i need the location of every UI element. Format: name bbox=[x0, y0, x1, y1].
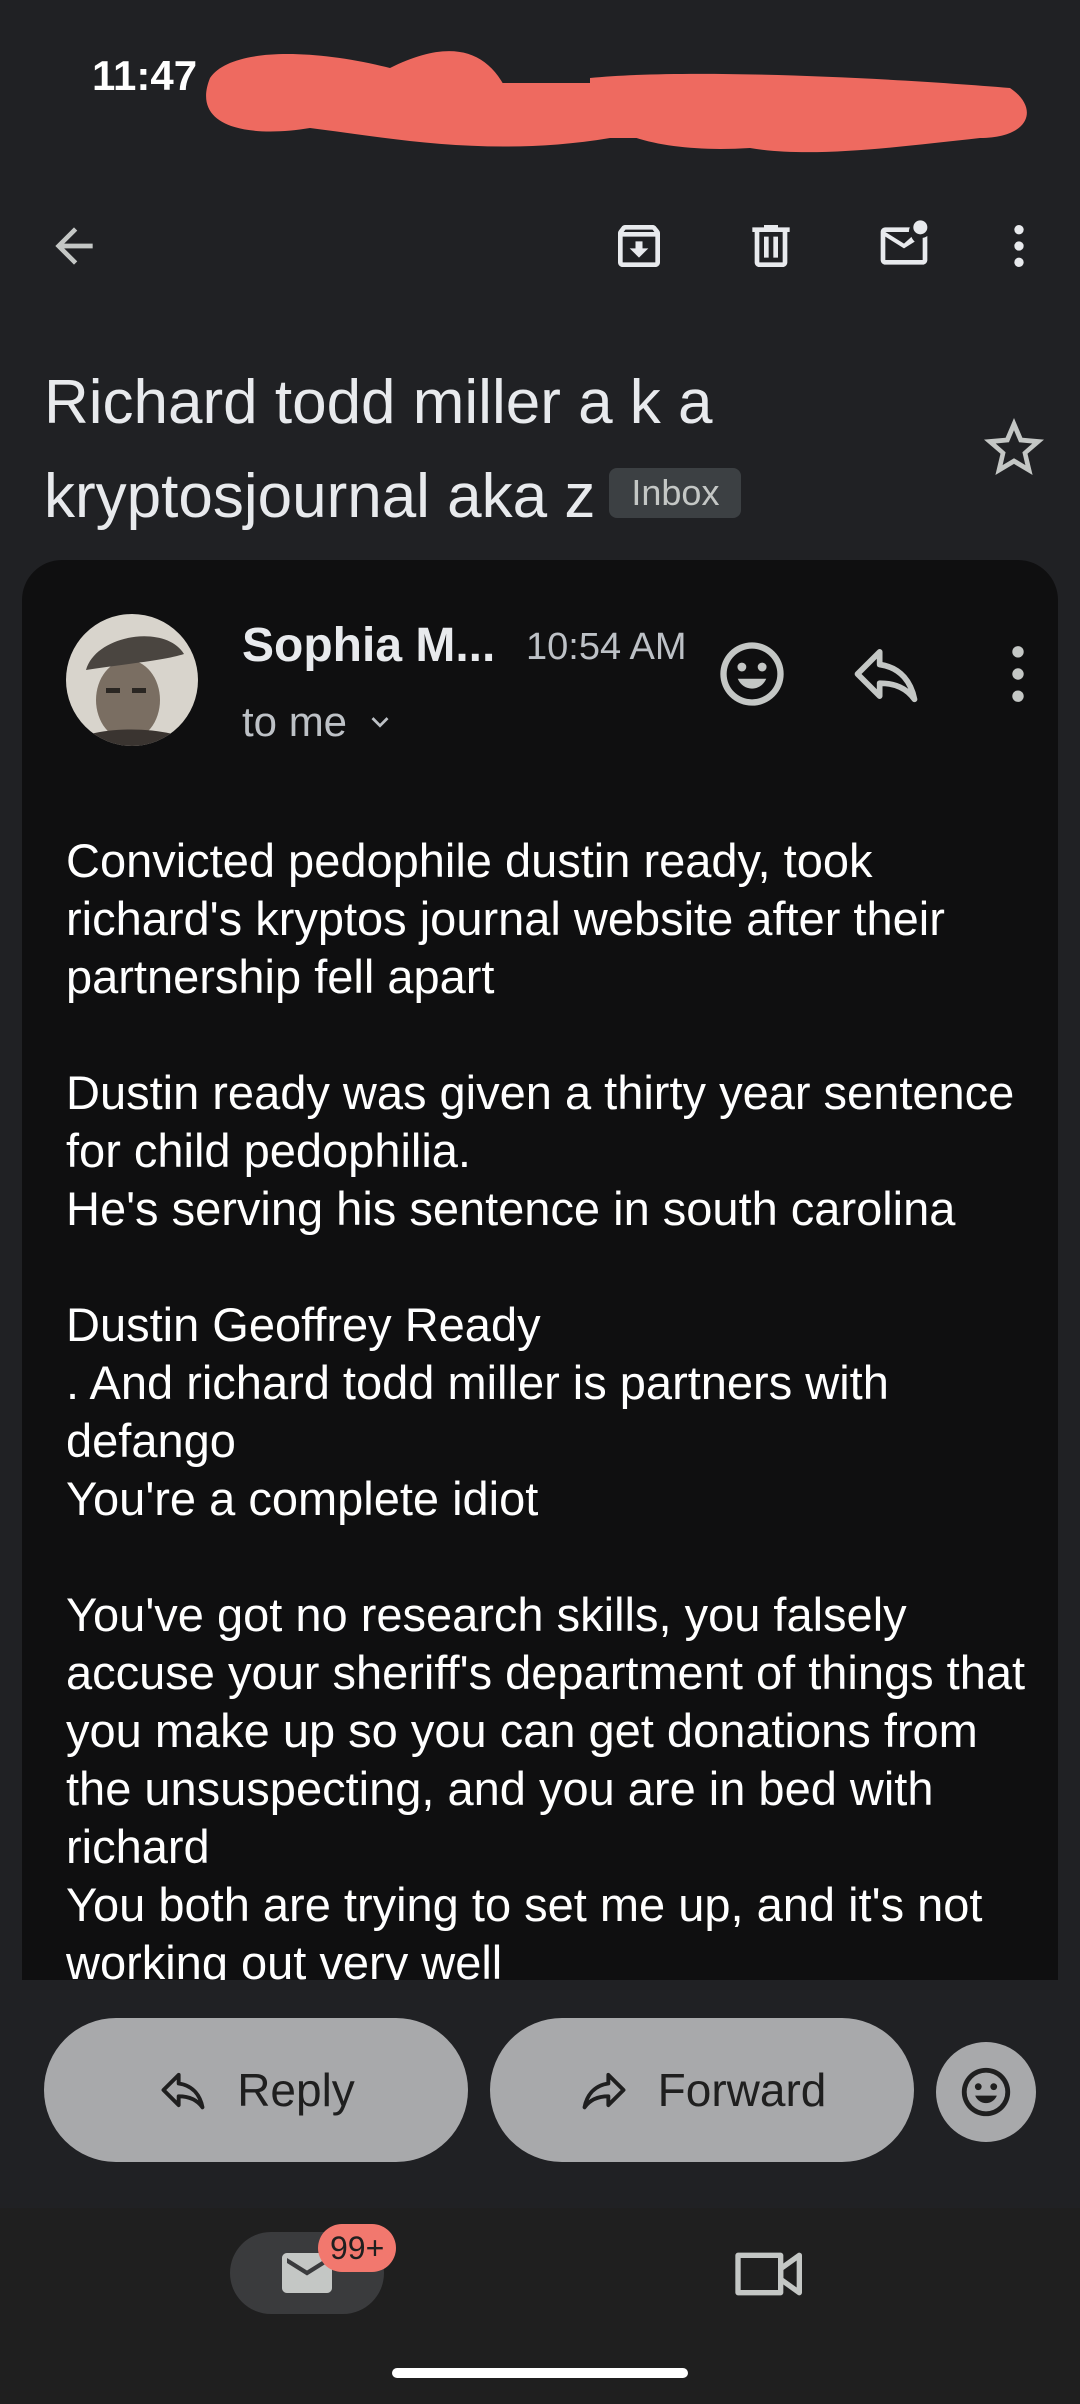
sender-name[interactable]: Sophia M... bbox=[242, 618, 495, 673]
reply-icon-button[interactable] bbox=[848, 636, 924, 712]
mark-unread-icon bbox=[880, 220, 928, 265]
reply-icon bbox=[161, 2072, 205, 2110]
redaction-mark bbox=[206, 51, 1027, 153]
more-options-button[interactable] bbox=[983, 210, 1055, 282]
star-icon[interactable] bbox=[978, 412, 1050, 484]
more-vert-icon bbox=[1014, 225, 1024, 267]
mark-unread-button[interactable] bbox=[868, 210, 940, 282]
reply-label: Reply bbox=[237, 2064, 355, 2116]
arrow-left-icon bbox=[55, 227, 93, 265]
add-reaction-button[interactable] bbox=[714, 636, 790, 712]
unread-count-badge: 99+ bbox=[318, 2224, 397, 2272]
back-button[interactable] bbox=[38, 210, 110, 282]
emoji-icon bbox=[720, 642, 784, 706]
more-vert-icon bbox=[1012, 646, 1024, 702]
forward-button[interactable]: Forward bbox=[490, 2018, 914, 2162]
message-body: Convicted pedophile dustin ready, took r… bbox=[66, 834, 1026, 1980]
status-time: 11:47 bbox=[92, 52, 198, 99]
emoji-icon bbox=[961, 2067, 1011, 2117]
recipient-toggle[interactable]: to me bbox=[242, 698, 397, 749]
message-time: 10:54 AM bbox=[526, 626, 687, 668]
archive-icon bbox=[618, 225, 660, 267]
react-button[interactable] bbox=[936, 2042, 1036, 2142]
delete-button[interactable] bbox=[735, 210, 807, 282]
meet-tab[interactable] bbox=[730, 2242, 810, 2306]
forward-icon bbox=[582, 2072, 626, 2110]
home-indicator[interactable] bbox=[392, 2368, 688, 2378]
sender-avatar[interactable] bbox=[66, 614, 198, 746]
message-more-button[interactable] bbox=[980, 636, 1056, 712]
inbox-label[interactable]: Inbox bbox=[609, 467, 742, 518]
message-card: Sophia M... 10:54 AM to me Convicted ped… bbox=[22, 560, 1058, 1980]
video-camera-icon bbox=[735, 2252, 802, 2296]
reply-button[interactable]: Reply bbox=[44, 2018, 468, 2162]
trash-icon bbox=[752, 225, 790, 267]
email-subject: Richard todd miller a k a kryptosjournal… bbox=[44, 356, 944, 544]
chevron-down-icon bbox=[363, 701, 397, 749]
reply-icon bbox=[854, 648, 918, 703]
archive-button[interactable] bbox=[603, 210, 675, 282]
recipient-label: to me bbox=[242, 698, 348, 745]
forward-label: Forward bbox=[657, 2064, 827, 2116]
